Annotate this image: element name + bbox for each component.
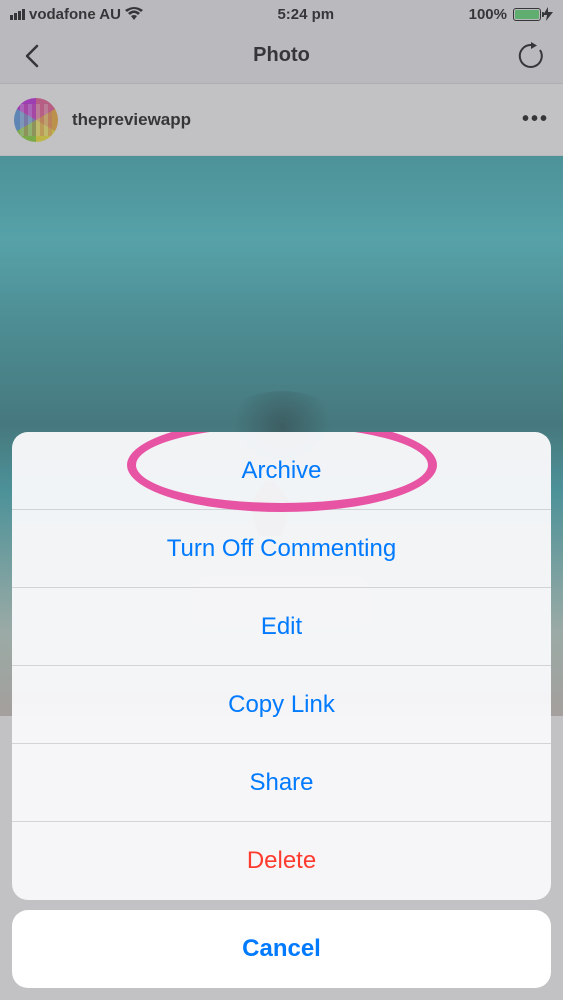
cancel-button[interactable]: Cancel: [12, 910, 551, 988]
sheet-item-copy-link[interactable]: Copy Link: [12, 666, 551, 744]
action-sheet-container: Archive Turn Off Commenting Edit Copy Li…: [12, 432, 551, 988]
sheet-item-delete[interactable]: Delete: [12, 822, 551, 900]
action-sheet: Archive Turn Off Commenting Edit Copy Li…: [12, 432, 551, 900]
sheet-item-archive[interactable]: Archive: [12, 432, 551, 510]
sheet-item-edit[interactable]: Edit: [12, 588, 551, 666]
sheet-item-turn-off-commenting[interactable]: Turn Off Commenting: [12, 510, 551, 588]
sheet-item-share[interactable]: Share: [12, 744, 551, 822]
